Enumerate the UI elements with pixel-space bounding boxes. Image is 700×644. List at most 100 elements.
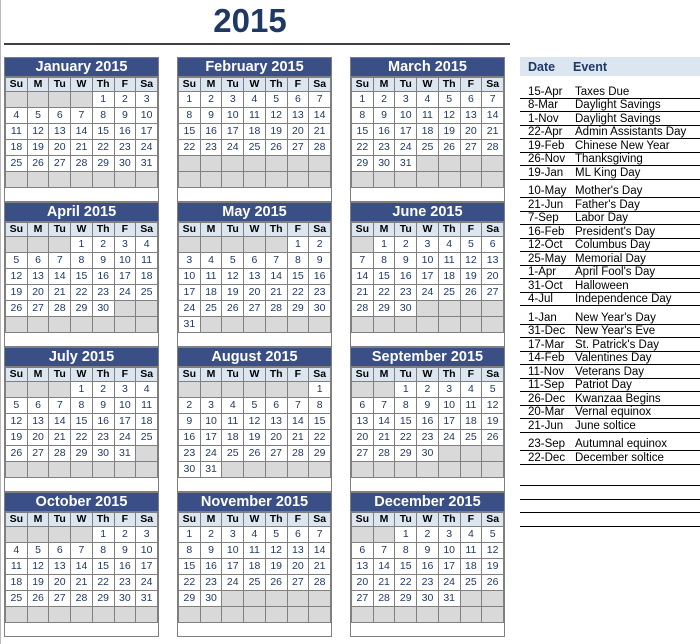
day-cell[interactable]: 12 — [5, 268, 28, 285]
day-cell[interactable]: 27 — [351, 445, 374, 462]
day-cell[interactable]: 25 — [243, 139, 266, 156]
day-cell[interactable]: 11 — [243, 542, 266, 559]
day-cell[interactable]: 18 — [459, 558, 483, 575]
day-cell[interactable]: 21 — [48, 284, 72, 301]
day-cell[interactable]: 21 — [308, 123, 331, 140]
day-cell[interactable]: 31 — [135, 155, 158, 172]
day-cell[interactable]: 4 — [135, 236, 158, 253]
day-cell[interactable]: 15 — [351, 123, 374, 140]
day-cell[interactable]: 6 — [243, 252, 266, 269]
day-cell[interactable]: 10 — [416, 252, 439, 269]
event-row[interactable]: 20-Mar Vernal equinox — [520, 406, 700, 419]
event-row[interactable]: 31-Dec New Year's Eve — [520, 325, 700, 338]
day-cell[interactable]: 6 — [26, 397, 50, 414]
day-cell[interactable]: 29 — [351, 155, 374, 172]
day-cell[interactable]: 22 — [91, 574, 115, 591]
day-cell[interactable]: 24 — [416, 284, 439, 301]
day-cell[interactable]: 1 — [70, 236, 93, 253]
day-cell[interactable]: 10 — [394, 107, 418, 124]
day-cell[interactable]: 1 — [308, 381, 331, 398]
event-row[interactable]: 14-Feb Valentines Day — [520, 352, 700, 365]
day-cell[interactable]: 16 — [372, 123, 396, 140]
day-cell[interactable]: 23 — [394, 284, 418, 301]
day-cell[interactable]: 10 — [437, 397, 461, 414]
day-cell[interactable]: 10 — [199, 413, 223, 430]
day-cell[interactable]: 9 — [113, 107, 137, 124]
day-cell[interactable]: 26 — [437, 139, 461, 156]
day-cell[interactable]: 6 — [351, 542, 374, 559]
day-cell[interactable]: 7 — [308, 526, 331, 543]
day-cell[interactable]: 26 — [26, 155, 50, 172]
day-cell[interactable]: 26 — [481, 574, 504, 591]
day-cell[interactable]: 29 — [394, 445, 418, 462]
day-cell[interactable]: 7 — [70, 542, 93, 559]
day-cell[interactable]: 3 — [113, 381, 137, 398]
day-cell[interactable]: 21 — [308, 558, 331, 575]
day-cell[interactable]: 26 — [264, 574, 288, 591]
day-cell[interactable]: 11 — [135, 397, 158, 414]
day-cell[interactable]: 8 — [394, 397, 418, 414]
day-cell[interactable]: 1 — [372, 236, 396, 253]
day-cell[interactable]: 23 — [372, 139, 396, 156]
day-cell[interactable]: 5 — [437, 91, 461, 108]
day-cell[interactable]: 12 — [437, 107, 461, 124]
day-cell[interactable]: 12 — [243, 413, 266, 430]
day-cell[interactable]: 31 — [199, 461, 223, 478]
day-cell[interactable]: 15 — [178, 558, 201, 575]
day-cell[interactable]: 19 — [264, 558, 288, 575]
day-cell[interactable]: 10 — [135, 107, 158, 124]
day-cell[interactable]: 17 — [199, 429, 223, 446]
day-cell[interactable]: 27 — [264, 445, 288, 462]
day-cell[interactable]: 18 — [221, 429, 245, 446]
day-cell[interactable]: 10 — [178, 268, 201, 285]
day-cell[interactable]: 13 — [48, 558, 72, 575]
day-cell[interactable]: 5 — [481, 526, 504, 543]
day-cell[interactable]: 13 — [286, 542, 310, 559]
day-cell[interactable]: 24 — [221, 574, 245, 591]
day-cell[interactable]: 4 — [221, 397, 245, 414]
event-row[interactable]: 15-Apr Taxes Due — [520, 85, 700, 99]
day-cell[interactable]: 16 — [178, 429, 201, 446]
day-cell[interactable]: 16 — [91, 268, 115, 285]
day-cell[interactable]: 28 — [372, 590, 396, 607]
day-cell[interactable]: 19 — [221, 284, 245, 301]
day-cell[interactable]: 4 — [135, 381, 158, 398]
day-cell[interactable]: 5 — [5, 252, 28, 269]
day-cell[interactable]: 14 — [351, 268, 374, 285]
day-cell[interactable]: 25 — [135, 284, 158, 301]
day-cell[interactable]: 9 — [199, 542, 223, 559]
day-cell[interactable]: 7 — [372, 542, 396, 559]
day-cell[interactable]: 14 — [481, 107, 504, 124]
day-cell[interactable]: 19 — [437, 123, 461, 140]
day-cell[interactable]: 28 — [70, 590, 93, 607]
day-cell[interactable]: 8 — [286, 252, 310, 269]
day-cell[interactable]: 19 — [243, 429, 266, 446]
day-cell[interactable]: 26 — [481, 429, 504, 446]
day-cell[interactable]: 4 — [459, 526, 483, 543]
event-row[interactable]: 23-Sep Autumnal equinox — [520, 438, 700, 451]
day-cell[interactable]: 14 — [308, 542, 331, 559]
day-cell[interactable]: 24 — [221, 139, 245, 156]
day-cell[interactable]: 9 — [199, 107, 223, 124]
event-row[interactable]: 10-May Mother's Day — [520, 185, 700, 198]
day-cell[interactable]: 21 — [70, 139, 93, 156]
day-cell[interactable]: 9 — [113, 542, 137, 559]
day-cell[interactable]: 7 — [70, 107, 93, 124]
day-cell[interactable]: 20 — [48, 139, 72, 156]
day-cell[interactable]: 28 — [308, 574, 331, 591]
day-cell[interactable]: 1 — [178, 526, 201, 543]
day-cell[interactable]: 11 — [5, 558, 28, 575]
day-cell[interactable]: 20 — [26, 284, 50, 301]
day-cell[interactable]: 5 — [26, 107, 50, 124]
day-cell[interactable]: 11 — [5, 123, 28, 140]
day-cell[interactable]: 31 — [394, 155, 418, 172]
day-cell[interactable]: 7 — [308, 91, 331, 108]
day-cell[interactable]: 11 — [135, 252, 158, 269]
day-cell[interactable]: 14 — [48, 413, 72, 430]
event-row[interactable]: 16-Feb President's Day — [520, 225, 700, 239]
day-cell[interactable]: 9 — [372, 107, 396, 124]
day-cell[interactable]: 1 — [394, 381, 418, 398]
day-cell[interactable]: 17 — [437, 558, 461, 575]
day-cell[interactable]: 20 — [351, 429, 374, 446]
day-cell[interactable]: 8 — [91, 542, 115, 559]
